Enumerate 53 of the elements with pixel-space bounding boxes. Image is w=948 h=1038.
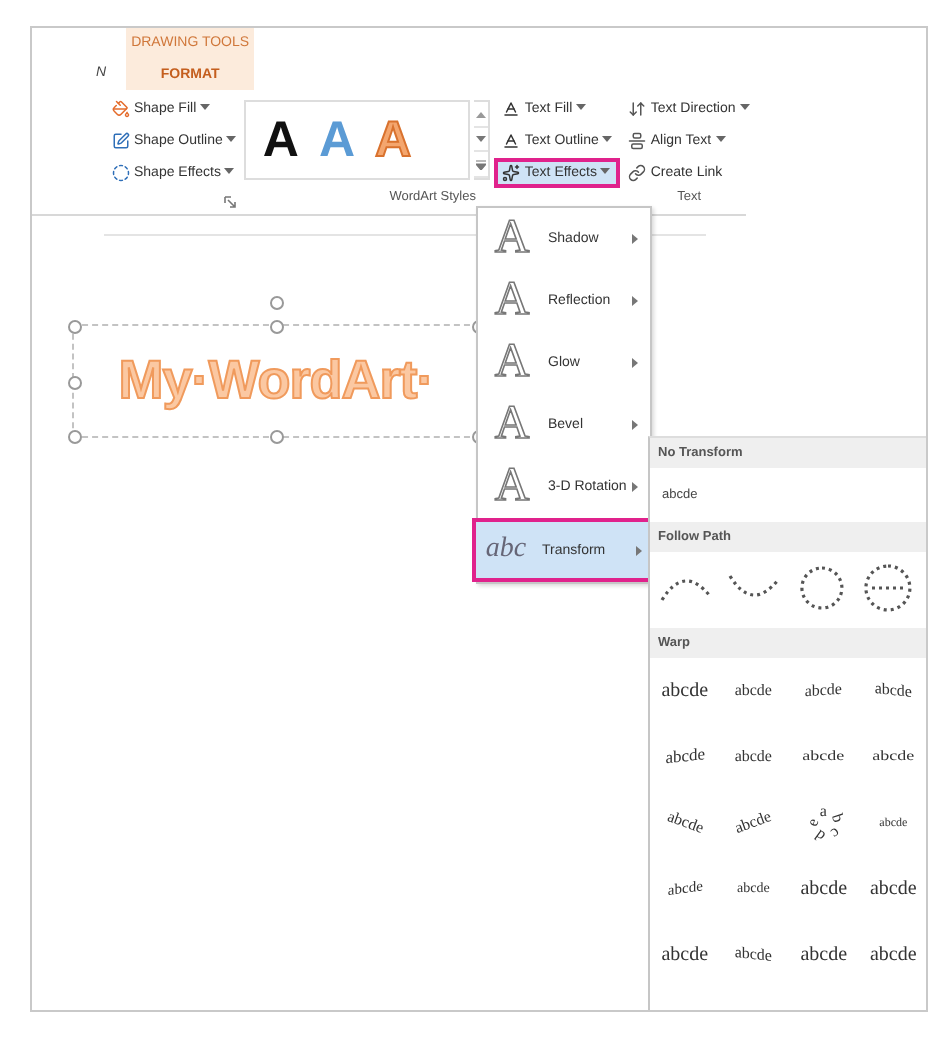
align-icon [628, 131, 647, 149]
caret-icon [226, 136, 237, 144]
scroll-up-icon[interactable] [476, 109, 487, 118]
wordart-style-option[interactable]: A [262, 111, 299, 169]
sparkle-icon [502, 163, 521, 181]
caret-icon [224, 168, 235, 176]
effect-icon: A [488, 460, 536, 514]
dialog-launcher-icon[interactable] [224, 196, 237, 208]
caret-icon [600, 168, 611, 176]
warp-option[interactable]: abcde [735, 944, 773, 966]
chevron-right-icon [632, 234, 638, 244]
caret-icon [200, 104, 211, 112]
wordart-text: My·WordArt· [118, 350, 434, 412]
warp-option[interactable]: abcde [869, 878, 917, 900]
letter-underline-icon [502, 99, 521, 117]
caret-icon [576, 104, 587, 112]
resize-handle[interactable] [68, 320, 82, 334]
warp-option[interactable]: abcde [661, 680, 709, 702]
warp-option[interactable]: abcde [664, 745, 705, 769]
effect-icon: A [488, 212, 536, 266]
warp-option[interactable]: abcde [735, 682, 773, 700]
resize-handle[interactable] [270, 430, 284, 444]
resize-handle[interactable] [270, 320, 284, 334]
warp-option[interactable]: abcde [874, 680, 912, 702]
link-icon [628, 163, 647, 181]
warp-option[interactable]: abcde [800, 944, 848, 966]
warp-option[interactable]: abcde [733, 808, 775, 838]
scroll-down-icon[interactable] [476, 135, 487, 143]
rotate-handle[interactable] [270, 296, 284, 310]
effect-icon: abc [482, 534, 530, 566]
arrows-icon [628, 99, 647, 117]
effect-icon: A [488, 336, 536, 390]
caret-icon [602, 136, 613, 144]
warp-option[interactable]: abcde [800, 878, 848, 900]
paint-bucket-icon [112, 99, 130, 117]
chevron-right-icon [636, 545, 642, 555]
warp-option[interactable]: abcde [735, 748, 773, 766]
warp-option[interactable]: abcde [661, 944, 709, 966]
resize-handle[interactable] [68, 375, 82, 389]
effect-icon: A [488, 398, 536, 452]
chevron-right-icon [632, 420, 638, 430]
warp-option[interactable]: abcde [869, 944, 917, 966]
pen-icon [112, 131, 130, 149]
chevron-right-icon [632, 482, 638, 492]
chevron-right-icon [632, 358, 638, 368]
chevron-right-icon [632, 296, 638, 306]
effect-icon: A [488, 274, 536, 328]
resize-handle[interactable] [68, 430, 82, 444]
warp-option[interactable]: abcde [664, 808, 706, 838]
warp-option[interactable]: abcde [805, 680, 843, 702]
letter-underline-icon [502, 131, 521, 149]
more-icon[interactable] [476, 159, 487, 170]
circle-icon [112, 163, 130, 181]
